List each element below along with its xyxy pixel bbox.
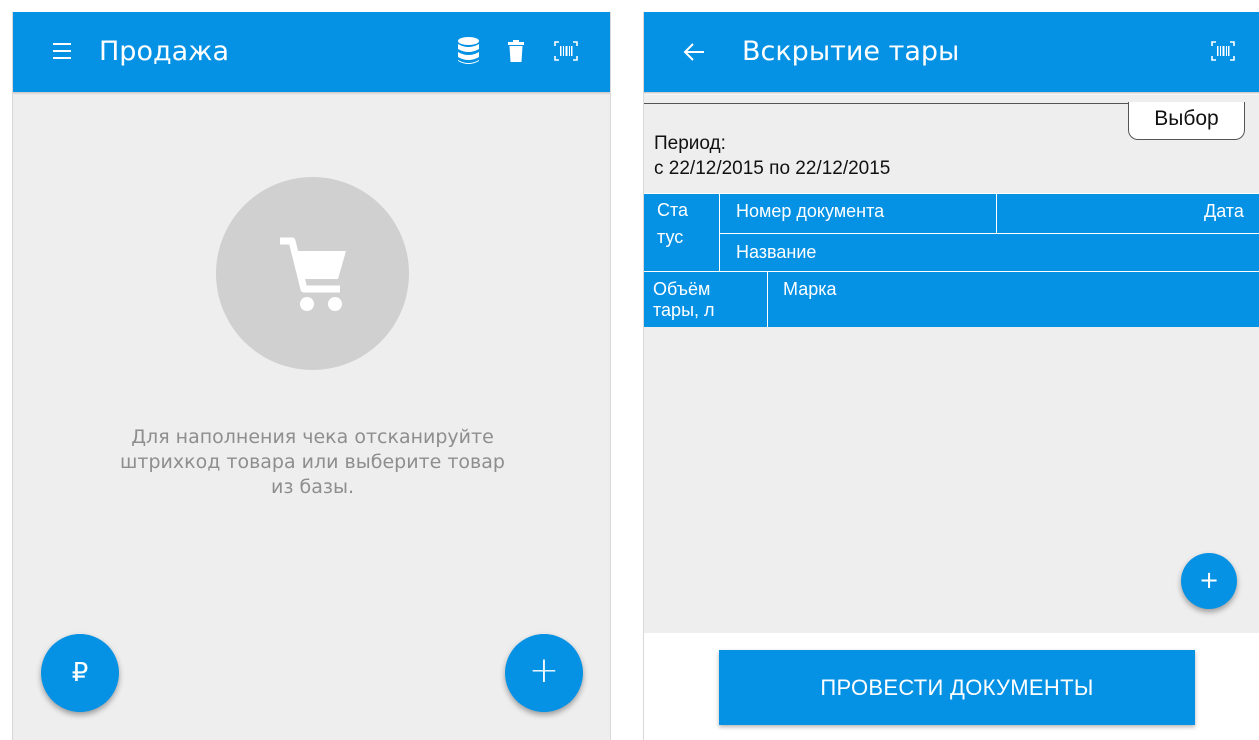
pay-button[interactable]: ₽ <box>41 634 119 712</box>
empty-state-message: Для наполнения чека отсканируйте штрихко… <box>120 426 505 498</box>
column-date: Дата <box>1204 201 1244 221</box>
add-document-button[interactable]: + <box>1181 553 1237 609</box>
barcode-scan-icon[interactable] <box>554 41 578 61</box>
documents-table-header: Ста тус Номер документа Дата Название Об… <box>644 193 1259 327</box>
column-doc-number: Номер документа <box>736 201 885 221</box>
page-title: Вскрытие тары <box>742 36 960 67</box>
database-icon[interactable] <box>458 37 479 65</box>
period-value: с 22/12/2015 по 22/12/2015 <box>654 158 891 179</box>
select-period-tab[interactable]: Выбор <box>1128 102 1245 140</box>
column-name: Название <box>736 242 817 262</box>
add-item-button[interactable]: + <box>505 634 583 712</box>
open-container-screen: Вскрытие тары Выбор Период: с 22/12/2015… <box>643 12 1259 740</box>
barcode-scan-icon[interactable] <box>1211 41 1235 61</box>
column-status: Ста тус <box>657 200 689 247</box>
filter-panel-border <box>644 103 1128 104</box>
column-volume: Объём тары, л <box>653 279 715 320</box>
sale-app-bar: Продажа <box>13 12 610 92</box>
trash-icon[interactable] <box>508 40 524 62</box>
menu-icon[interactable] <box>53 43 71 59</box>
open-container-app-bar: Вскрытие тары <box>644 12 1259 92</box>
post-documents-button[interactable]: ПРОВЕСТИ ДОКУМЕНТЫ <box>719 650 1195 725</box>
page-title: Продажа <box>99 36 230 67</box>
column-brand: Марка <box>783 279 837 299</box>
empty-state-illustration <box>216 177 409 370</box>
sale-screen: Продажа Для наполнения чека отсканируйте… <box>12 12 611 740</box>
back-arrow-icon[interactable] <box>682 40 706 64</box>
cart-icon <box>280 237 346 311</box>
period-label: Период: <box>654 133 726 154</box>
